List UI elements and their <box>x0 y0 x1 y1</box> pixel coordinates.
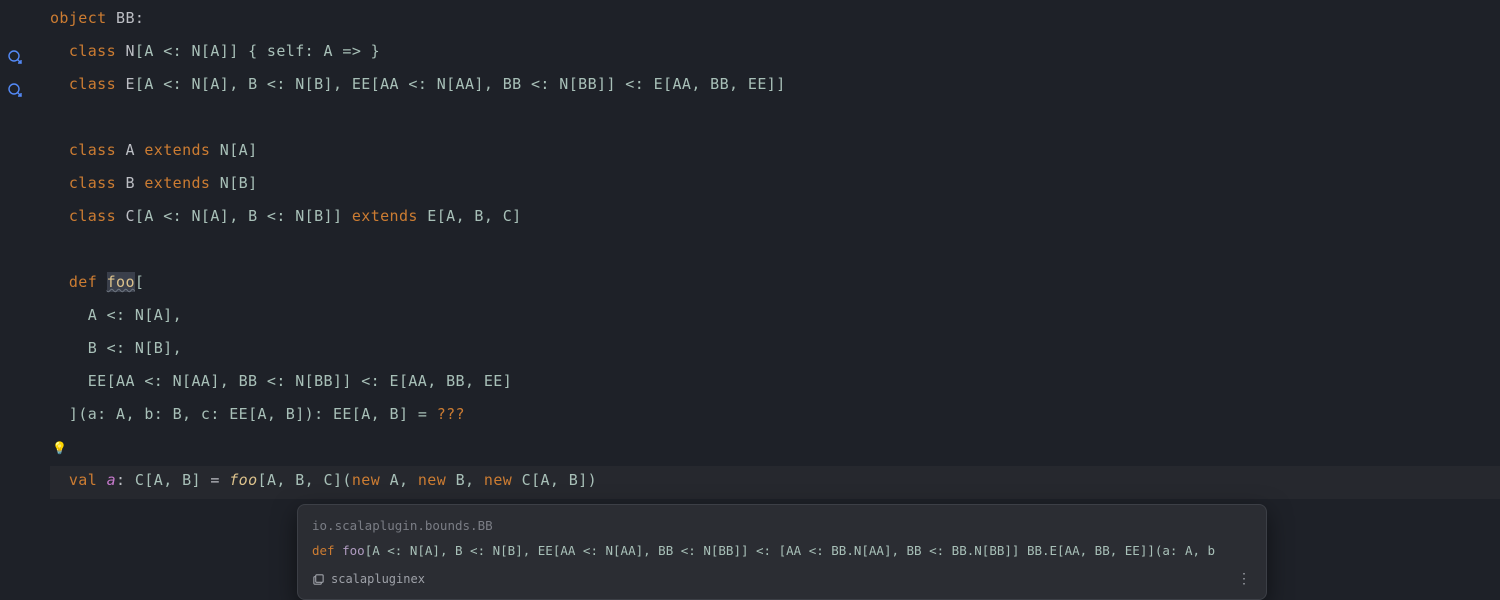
code-line: 💡 <box>50 433 1500 466</box>
popup-signature: def foo[A <: N[A], B <: N[B], EE[AA <: N… <box>312 540 1252 561</box>
code-line: EE[AA <: N[AA], BB <: N[BB]] <: E[AA, BB… <box>50 367 1500 400</box>
method-foo-decl[interactable]: foo <box>107 272 135 292</box>
code-line: class E[A <: N[A], B <: N[B], EE[AA <: N… <box>50 70 1500 103</box>
code-line <box>50 103 1500 136</box>
gutter-row-1 <box>0 4 30 37</box>
module-icon <box>312 573 325 586</box>
code-line: def foo[ <box>50 268 1500 301</box>
code-line: ](a: A, b: B, c: EE[A, B]): EE[A, B] = ?… <box>50 400 1500 433</box>
gutter-implements-icon-2[interactable] <box>0 70 30 103</box>
code-line-current: val a: C[A, B] = foo[A, B, C](new A, new… <box>50 466 1500 499</box>
code-line: class A extends N[A] <box>50 136 1500 169</box>
code-line: B <: N[B], <box>50 334 1500 367</box>
code-line: class N[A <: N[A]] { self: A => } <box>50 37 1500 70</box>
gutter-implements-icon-1[interactable] <box>0 37 30 70</box>
popup-qualifier: io.scalaplugin.bounds.BB <box>312 515 1252 536</box>
method-foo-call[interactable]: foo <box>229 471 257 489</box>
bulb-icon[interactable]: 💡 <box>50 441 67 455</box>
more-icon[interactable]: ⋮ <box>1237 568 1252 592</box>
popup-module-name: scalapluginex <box>331 569 425 589</box>
code-line: class C[A <: N[A], B <: N[B]] extends E[… <box>50 202 1500 235</box>
gutter <box>0 0 30 600</box>
code-line: A <: N[A], <box>50 301 1500 334</box>
popup-footer: scalapluginex ⋮ <box>312 568 1252 592</box>
quick-doc-popup[interactable]: io.scalaplugin.bounds.BB def foo[A <: N[… <box>297 504 1267 600</box>
code-line: class B extends N[B] <box>50 169 1500 202</box>
code-line <box>50 235 1500 268</box>
code-line: object BB: <box>50 4 1500 37</box>
